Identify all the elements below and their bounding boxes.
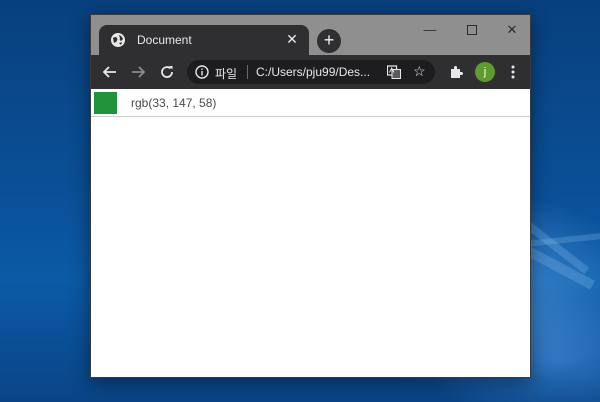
forward-arrow-icon[interactable] (128, 62, 148, 82)
address-bar[interactable]: 파일 C:/Users/pju99/Des... ☆ (187, 60, 435, 84)
browser-window: Document ✕ + — ✕ 파일 C:/Users/pju99/Des..… (90, 14, 531, 378)
scheme-label: 파일 (215, 67, 238, 81)
menu-kebab-icon[interactable] (503, 62, 523, 82)
tab-title: Document (137, 33, 192, 47)
info-icon[interactable] (195, 65, 209, 79)
new-tab-button[interactable]: + (317, 29, 341, 53)
color-swatch[interactable] (94, 92, 117, 114)
globe-icon (111, 33, 125, 47)
page-content: rgb(33, 147, 58) (91, 89, 530, 377)
color-row: rgb(33, 147, 58) (91, 89, 530, 117)
maximize-icon[interactable] (457, 19, 487, 41)
color-value-text: rgb(33, 147, 58) (131, 96, 217, 110)
tab-document[interactable]: Document ✕ (99, 25, 309, 55)
back-arrow-icon[interactable] (100, 62, 120, 82)
title-bar[interactable]: Document ✕ + — ✕ (91, 15, 530, 55)
close-tab-icon[interactable]: ✕ (283, 30, 301, 48)
reload-icon[interactable] (157, 62, 177, 82)
address-separator (247, 65, 248, 79)
url-text[interactable]: C:/Users/pju99/Des... (256, 65, 370, 79)
browser-toolbar: 파일 C:/Users/pju99/Des... ☆ j (91, 55, 530, 89)
minimize-icon[interactable]: — (415, 19, 445, 41)
close-window-icon[interactable]: ✕ (497, 19, 527, 41)
profile-avatar[interactable]: j (475, 62, 495, 82)
extensions-puzzle-icon[interactable] (446, 62, 466, 82)
translate-icon[interactable] (387, 65, 401, 79)
bookmark-star-icon[interactable]: ☆ (413, 63, 426, 80)
